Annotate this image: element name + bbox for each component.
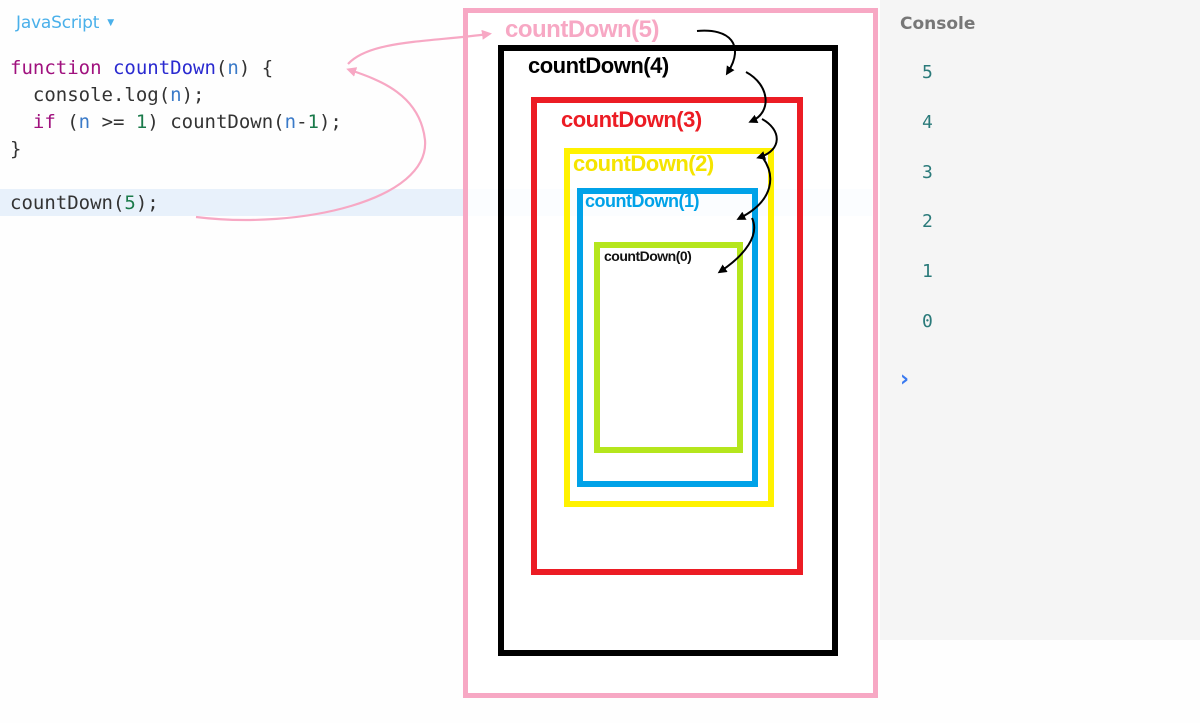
stack-frame-label: countDown(3) [561, 107, 702, 132]
code-token: 1 [135, 111, 148, 133]
code-token: countDown [112, 57, 216, 79]
code-token: ); [318, 111, 342, 133]
code-token: n [170, 84, 182, 106]
code-token: if [32, 111, 56, 133]
console-output-line: 0 [922, 311, 933, 332]
console-output-line: 3 [922, 162, 933, 183]
code-token: } [10, 138, 22, 160]
console-panel: Console 5 4 3 2 1 0 › [880, 0, 1200, 640]
code-token: countDown( [10, 192, 125, 214]
code-token: 1 [307, 111, 319, 133]
code-token: ) { [238, 57, 274, 79]
code-token: ); [135, 192, 159, 214]
stack-frame-label: countDown(2) [573, 151, 714, 176]
code-token: >= [90, 111, 136, 133]
code-token: n [227, 57, 239, 79]
language-selector[interactable]: JavaScript ▼ [16, 13, 114, 33]
stack-frame-label: countDown(0) [604, 248, 692, 264]
stack-frame-label: countDown(4) [528, 53, 669, 78]
code-token: - [296, 111, 308, 133]
code-line[interactable]: countDown(5); [10, 190, 159, 217]
console-output-line: 4 [922, 112, 933, 133]
code-line[interactable]: } [10, 136, 21, 163]
code-token: ) countDown( [147, 111, 285, 133]
code-line[interactable]: console.log(n); [10, 82, 205, 109]
code-line[interactable]: if (n >= 1) countDown(n-1); [10, 109, 342, 136]
stack-frame-box [594, 242, 743, 453]
code-token: function [10, 57, 102, 79]
language-label: JavaScript [16, 13, 100, 33]
code-token: 5 [124, 192, 136, 214]
chevron-down-icon: ▼ [107, 18, 114, 28]
code-token: n [284, 111, 297, 133]
code-line[interactable]: function countDown(n) { [10, 55, 273, 82]
console-output-line: 2 [922, 211, 933, 232]
console-title: Console [900, 14, 976, 34]
code-token: ( [55, 111, 79, 133]
console-prompt-icon[interactable]: › [900, 367, 909, 392]
console-output-line: 1 [922, 261, 933, 282]
stack-frame-label: countDown(5) [505, 16, 659, 43]
code-token: console.log( [10, 84, 171, 106]
stack-frame-label: countDown(1) [585, 191, 699, 211]
code-token: ( [215, 57, 228, 79]
code-token: n [78, 111, 91, 133]
console-output-line: 5 [922, 62, 933, 83]
code-token: ); [181, 84, 205, 106]
